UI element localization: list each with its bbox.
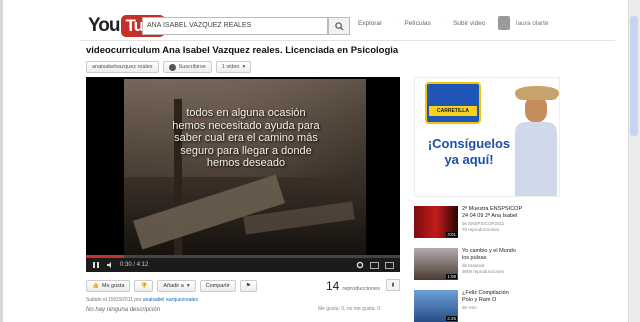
ad-brand-logo: CARRETILLA bbox=[425, 82, 481, 124]
search-icon bbox=[334, 21, 344, 31]
channel-link[interactable]: anaisabelvazquez reales bbox=[86, 61, 159, 73]
video-description: No hay ninguna descripción bbox=[86, 307, 161, 313]
view-count: 14 reproducciones bbox=[326, 279, 380, 293]
top-nav: Explorar · Películas · Subir video bbox=[358, 20, 485, 27]
chevron-down-icon: ▾ bbox=[242, 64, 246, 70]
ad-person-body bbox=[515, 122, 557, 196]
share-button[interactable]: Compartir bbox=[199, 280, 236, 292]
related-title[interactable]: Yo cambio y el Mundo los pulsas bbox=[462, 248, 516, 262]
video-count-label: 1 video bbox=[221, 64, 240, 70]
video-player[interactable]: todos en alguna ocasión hemos necesitado… bbox=[86, 77, 400, 272]
related-channel: de Yolo bbox=[462, 305, 477, 310]
add-to-label: Añadir a bbox=[163, 283, 184, 289]
related-title[interactable]: 2ª Muestra ENSPSICOP 24 04 09 2ª Ana Isa… bbox=[462, 206, 522, 220]
logo-you-text: You bbox=[88, 15, 121, 36]
divider bbox=[80, 40, 615, 41]
time-display: 0:30 / 4:12 bbox=[120, 262, 149, 268]
nav-separator: · bbox=[440, 20, 443, 27]
video-thumbnail[interactable]: 3:01 bbox=[414, 206, 458, 238]
volume-icon[interactable] bbox=[106, 261, 114, 269]
nav-explore[interactable]: Explorar bbox=[358, 20, 382, 27]
gear-icon[interactable] bbox=[356, 261, 364, 269]
duration-badge: 1:08 bbox=[446, 274, 457, 279]
search-button[interactable] bbox=[328, 17, 350, 35]
views-label: reproducciones bbox=[342, 286, 380, 292]
user-menu[interactable]: laura olarte bbox=[498, 16, 549, 30]
video-count-button[interactable]: 1 video ▾ bbox=[215, 61, 252, 73]
like-button[interactable]: 👍 Me gusta bbox=[86, 280, 131, 292]
thumbs-up-icon: 👍 bbox=[92, 283, 99, 289]
dislike-button[interactable]: 👎 bbox=[134, 280, 154, 292]
avatar bbox=[498, 16, 510, 30]
advertisement[interactable]: CARRETILLA ¡Consíguelos ya aquí! bbox=[414, 77, 560, 197]
channel-bar: anaisabelvazquez reales Suscribirse 1 vi… bbox=[86, 61, 252, 73]
related-channel: de ENSPSICOP2011 bbox=[462, 221, 505, 226]
related-views: 79 reproducciones bbox=[462, 227, 500, 232]
stats-button[interactable]: ▮ bbox=[386, 279, 400, 291]
bar-chart-icon: ▮ bbox=[391, 282, 395, 288]
flag-icon: ⚑ bbox=[245, 283, 251, 289]
share-label: Compartir bbox=[205, 283, 230, 289]
player-controls: 0:30 / 4:12 bbox=[86, 258, 400, 272]
search-input[interactable]: ANA ISABEL VAZQUEZ REALES bbox=[142, 17, 328, 35]
video-thumbnail[interactable]: 2:25 bbox=[414, 290, 458, 322]
ad-headline: ¡Consíguelos ya aquí! bbox=[427, 136, 511, 167]
related-channel: de brasrwa bbox=[462, 263, 485, 268]
chevron-down-icon: ▾ bbox=[186, 283, 190, 289]
nav-movies[interactable]: Películas bbox=[404, 20, 430, 27]
video-title: videocurriculum Ana Isabel Vazquez reale… bbox=[86, 45, 399, 56]
related-title[interactable]: ¿Feliz Compilación Polo y Ram O bbox=[462, 290, 509, 304]
subscribe-icon bbox=[168, 63, 176, 71]
player-controls-right bbox=[356, 261, 394, 269]
action-bar: 👍 Me gusta 👎 Añadir a ▾ Compartir ⚑ bbox=[86, 280, 257, 292]
add-to-button[interactable]: Añadir a ▾ bbox=[157, 280, 196, 292]
duration-badge: 2:25 bbox=[446, 316, 457, 321]
channel-name: anaisabelvazquez reales bbox=[92, 64, 153, 70]
subscribe-label: Suscribirse bbox=[178, 64, 206, 70]
nav-separator: · bbox=[392, 20, 395, 27]
popout-icon[interactable] bbox=[370, 261, 379, 269]
ad-brand-name: CARRETILLA bbox=[429, 106, 477, 116]
username: laura olarte bbox=[516, 19, 549, 27]
uploader-link[interactable]: anaisabel vazquezreales bbox=[143, 297, 198, 303]
pause-icon[interactable] bbox=[92, 261, 100, 269]
like-label: Me gusta bbox=[101, 283, 125, 289]
video-thumbnail[interactable]: 1:08 bbox=[414, 248, 458, 280]
related-video[interactable]: 3:01 2ª Muestra ENSPSICOP 24 04 09 2ª An… bbox=[414, 206, 564, 242]
likes-summary: Me gusta: 0, no me gusta: 0 bbox=[318, 306, 380, 312]
upload-prefix: Subido el 15/03/2011 por bbox=[86, 297, 142, 303]
thumbs-down-icon: 👎 bbox=[140, 283, 148, 289]
related-video[interactable]: 1:08 Yo cambio y el Mundo los pulsas de … bbox=[414, 248, 564, 284]
duration-badge: 3:01 bbox=[446, 232, 457, 237]
upload-info: Subido el 15/03/2011 por anaisabel vazqu… bbox=[86, 297, 198, 303]
subscribe-button[interactable]: Suscribirse bbox=[162, 61, 212, 73]
scrollbar[interactable] bbox=[628, 0, 640, 322]
related-videos: 3:01 2ª Muestra ENSPSICOP 24 04 09 2ª An… bbox=[414, 206, 564, 322]
related-video[interactable]: 2:25 ¿Feliz Compilación Polo y Ram O de … bbox=[414, 290, 564, 322]
fullscreen-icon[interactable] bbox=[385, 261, 394, 269]
views-number: 14 bbox=[326, 279, 340, 293]
video-caption: todos en alguna ocasión hemos necesitado… bbox=[172, 107, 320, 169]
scrollbar-thumb[interactable] bbox=[630, 16, 638, 136]
nav-upload[interactable]: Subir video bbox=[453, 20, 486, 27]
flag-button[interactable]: ⚑ bbox=[239, 280, 257, 292]
ad-person-image bbox=[509, 84, 559, 196]
ad-person-hat bbox=[515, 86, 559, 100]
related-views: 3909 reproducciones bbox=[462, 269, 505, 274]
